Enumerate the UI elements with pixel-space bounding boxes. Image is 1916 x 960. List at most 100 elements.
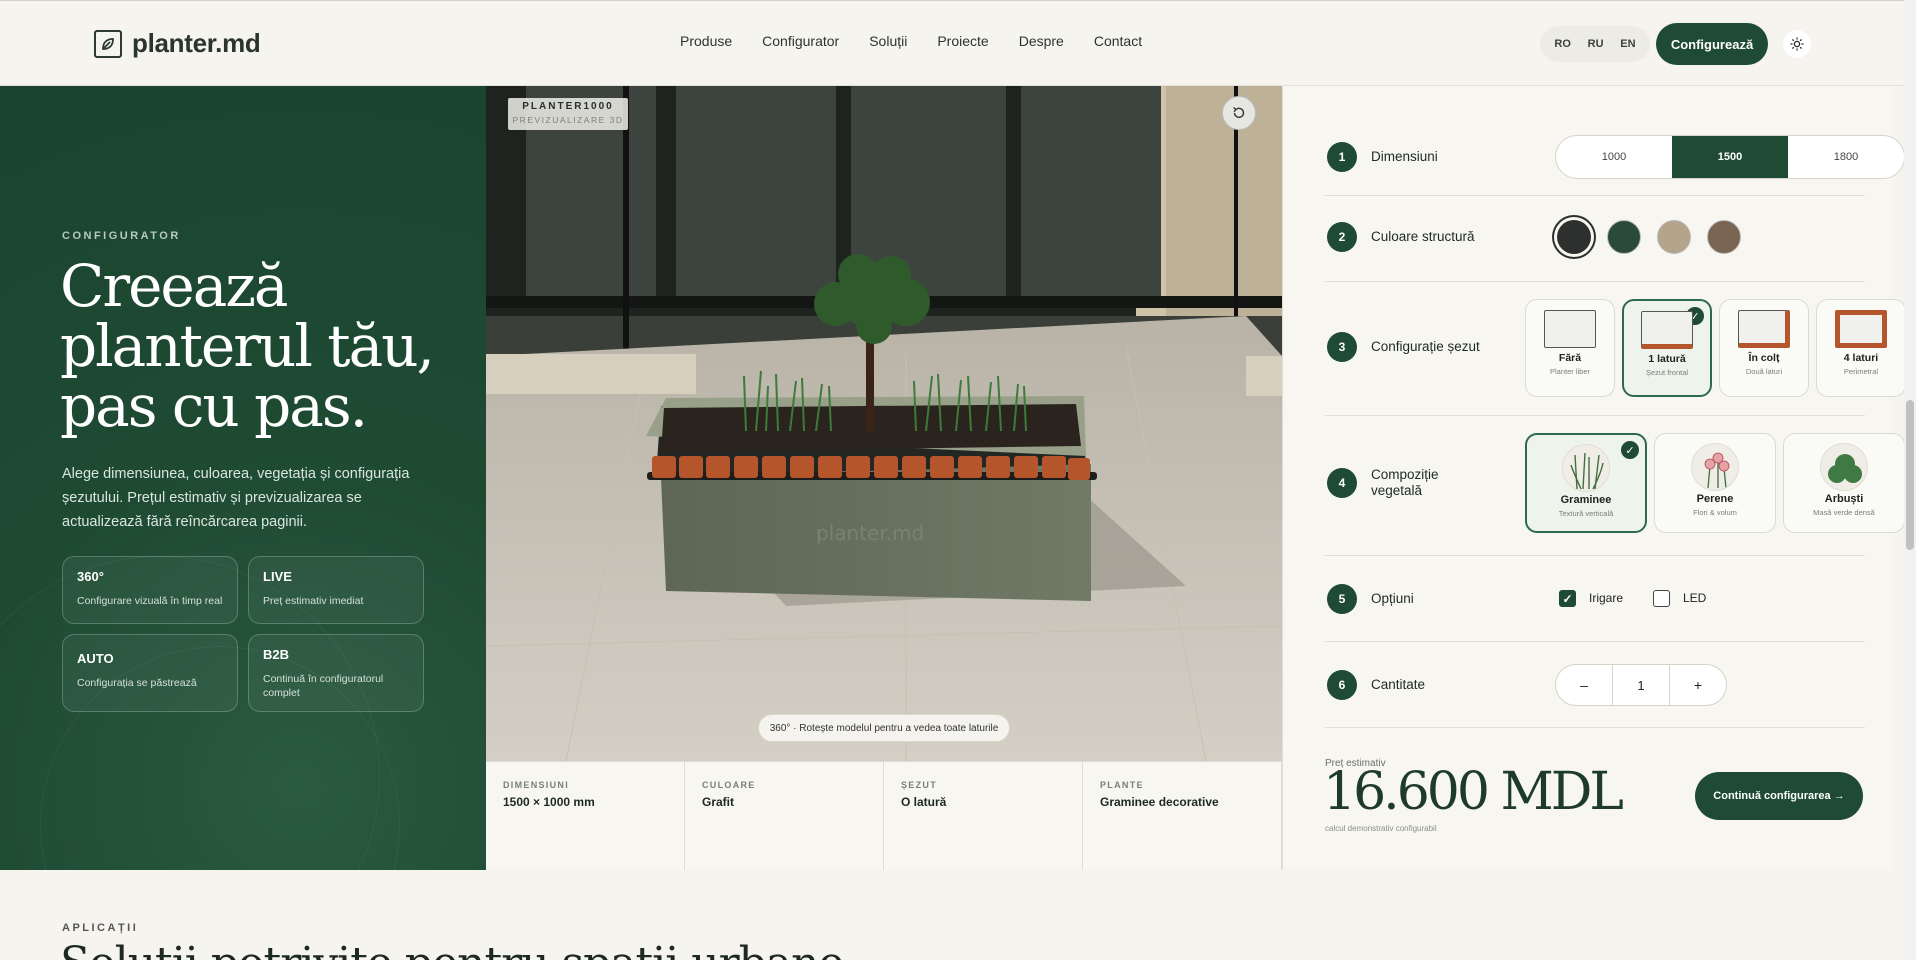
nav-item-produse[interactable]: Produse [680, 33, 732, 49]
flower-icon [1691, 443, 1739, 491]
leaf-icon [94, 29, 122, 58]
check-icon: ✓ [1621, 441, 1639, 459]
color-swatch-sand[interactable] [1657, 220, 1691, 254]
feature-card-title: LIVE [263, 569, 292, 584]
site-header: planter.md Produse Configurator Soluții … [0, 0, 1916, 86]
feature-card-title: 360° [77, 569, 104, 584]
quantity-plus-button[interactable]: + [1670, 665, 1726, 705]
summary-value: Graminee decorative [1100, 795, 1219, 809]
step-label: Configurație șezut [1371, 339, 1480, 354]
irrigation-checkbox[interactable]: ✓ [1559, 590, 1576, 607]
nav-item-despre[interactable]: Despre [1019, 33, 1064, 49]
page-scrollbar-thumb[interactable] [1906, 400, 1914, 550]
seating-option-sub: Șezut frontal [1645, 368, 1689, 377]
step-vegetation: 4 Compoziție vegetală ✓ Graminee Textură… [1325, 416, 1905, 556]
feature-card-desc: Preț estimativ imediat [263, 595, 364, 607]
hero-eyebrow: CONFIGURATOR [62, 230, 181, 242]
color-swatch-brown[interactable] [1707, 220, 1741, 254]
lang-ro[interactable]: RO [1554, 38, 1571, 50]
language-switcher: RO RU EN [1540, 26, 1650, 62]
summary-cell: DIMENSIUNI 1500 × 1000 mm [486, 762, 685, 871]
vegetation-option-shrubs[interactable]: Arbuști Masă verde densă [1783, 433, 1905, 533]
nav-item-solutii[interactable]: Soluții [869, 33, 907, 49]
color-swatch-graphite[interactable] [1557, 220, 1591, 254]
step-seating: 3 Configurație șezut Fără Planter liber … [1325, 282, 1906, 416]
seating-option-one-side[interactable]: ✓ 1 latură Șezut frontal [1622, 299, 1712, 397]
feature-card: LIVE Preț estimativ imediat [248, 556, 424, 624]
led-checkbox[interactable] [1653, 590, 1670, 607]
step-quantity: 6 Cantitate – 1 + [1325, 642, 1865, 728]
nav-item-proiecte[interactable]: Proiecte [937, 33, 988, 49]
main-nav: Produse Configurator Soluții Proiecte De… [680, 33, 1142, 49]
hero-lead: Alege dimensiunea, culoarea, vegetația ș… [62, 466, 410, 530]
vegetation-option-perennials[interactable]: Perene Flori & volum [1654, 433, 1776, 533]
lang-en[interactable]: EN [1620, 38, 1635, 50]
quantity-stepper: – 1 + [1555, 664, 1727, 706]
vegetation-option-name: Perene [1696, 493, 1734, 505]
nav-item-configurator[interactable]: Configurator [762, 33, 839, 49]
seating-option-name: 1 latură [1648, 353, 1686, 365]
lang-ru[interactable]: RU [1588, 38, 1604, 50]
brand-name: planter.md [132, 28, 261, 58]
step-number: 2 [1327, 222, 1357, 252]
feature-card-desc: Configurare vizuală în timp real [77, 595, 223, 607]
seating-option-sub: Două laturi [1745, 367, 1783, 376]
feature-card: 360° Configurare vizuală în timp real [62, 556, 238, 624]
dimension-option-1500[interactable]: 1500 [1672, 136, 1788, 178]
planter-3d-preview[interactable]: planter.md PLANTER1000 PREVIZUALIZARE 3D [486, 86, 1282, 761]
config-panel: 1 Dimensiuni 1000 1500 1800 2 Culoare st… [1282, 86, 1906, 870]
step-label: Dimensiuni [1371, 149, 1438, 164]
step-number: 3 [1327, 332, 1357, 362]
step-label: Culoare structură [1371, 229, 1475, 244]
summary-value: O latură [901, 795, 947, 809]
continue-configuration-button[interactable]: Continuă configurarea → [1695, 772, 1863, 820]
dimension-selector: 1000 1500 1800 [1555, 135, 1905, 179]
hero-title: Creează planterul tău, pas cu pas. [60, 252, 435, 440]
brand-logo[interactable]: planter.md [94, 28, 261, 59]
vegetation-option-name: Arbuști [1824, 493, 1864, 505]
summary-key: ȘEZUT [901, 780, 938, 790]
vegetation-option-sub: Textură verticală [1558, 509, 1614, 518]
price-note: calcul demonstrativ configurabil [1325, 824, 1437, 833]
reset-view-icon[interactable] [1222, 96, 1256, 130]
applications-section: APLICAȚII Soluții potrivite pentru spați… [0, 870, 1904, 960]
step-color: 2 Culoare structură [1325, 196, 1865, 282]
color-swatch-green[interactable] [1607, 220, 1641, 254]
section-eyebrow: APLICAȚII [62, 922, 139, 934]
configure-button[interactable]: Configurează [1656, 23, 1768, 65]
step-label: Compoziție vegetală [1371, 467, 1439, 498]
step-label: Cantitate [1371, 677, 1426, 692]
seating-option-four-sides[interactable]: 4 laturi Perimetral [1816, 299, 1906, 397]
vegetation-option-sub: Masă verde densă [1813, 508, 1875, 517]
dimension-option-1000[interactable]: 1000 [1556, 136, 1672, 178]
dimension-option-1800[interactable]: 1800 [1788, 136, 1904, 178]
feature-card: B2B Continuă în configuratorul complet [248, 634, 424, 712]
quantity-value[interactable]: 1 [1612, 665, 1670, 705]
seating-option-sub: Perimetral [1843, 367, 1879, 376]
feature-card-desc: Continuă în configuratorul complet [263, 673, 384, 699]
feature-card-desc: Configurația se păstrează [77, 677, 197, 689]
nav-item-contact[interactable]: Contact [1094, 33, 1142, 49]
vegetation-option-grasses[interactable]: ✓ Graminee Textură verticală [1525, 433, 1647, 533]
step-dimensions: 1 Dimensiuni 1000 1500 1800 [1325, 126, 1905, 196]
seating-option-name: În colț [1748, 352, 1780, 364]
step-options: 5 Opțiuni ✓ Irigare LED [1325, 556, 1865, 642]
rotate-hint: 360° · Rotește modelul pentru a vedea to… [758, 714, 1010, 742]
seating-option-name: Fără [1558, 352, 1582, 364]
summary-cell: PLANTE Graminee decorative [1083, 762, 1282, 871]
quantity-minus-button[interactable]: – [1556, 665, 1612, 705]
summary-cell: CULOARE Grafit [685, 762, 884, 871]
scene-render: planter.md [486, 86, 1282, 761]
seating-one-side-illustration [1641, 311, 1693, 349]
seating-option-corner[interactable]: În colț Două laturi [1719, 299, 1809, 397]
summary-key: CULOARE [702, 780, 756, 790]
step-label: Opțiuni [1371, 591, 1414, 606]
preview-badge-title: PLANTER1000 [522, 101, 614, 112]
shrub-icon [1820, 443, 1868, 491]
grass-icon [1562, 444, 1610, 492]
step-number: 1 [1327, 142, 1357, 172]
sun-icon[interactable] [1783, 30, 1811, 58]
step-number: 6 [1327, 670, 1357, 700]
seating-option-sub: Planter liber [1549, 367, 1591, 376]
seating-option-none[interactable]: Fără Planter liber [1525, 299, 1615, 397]
